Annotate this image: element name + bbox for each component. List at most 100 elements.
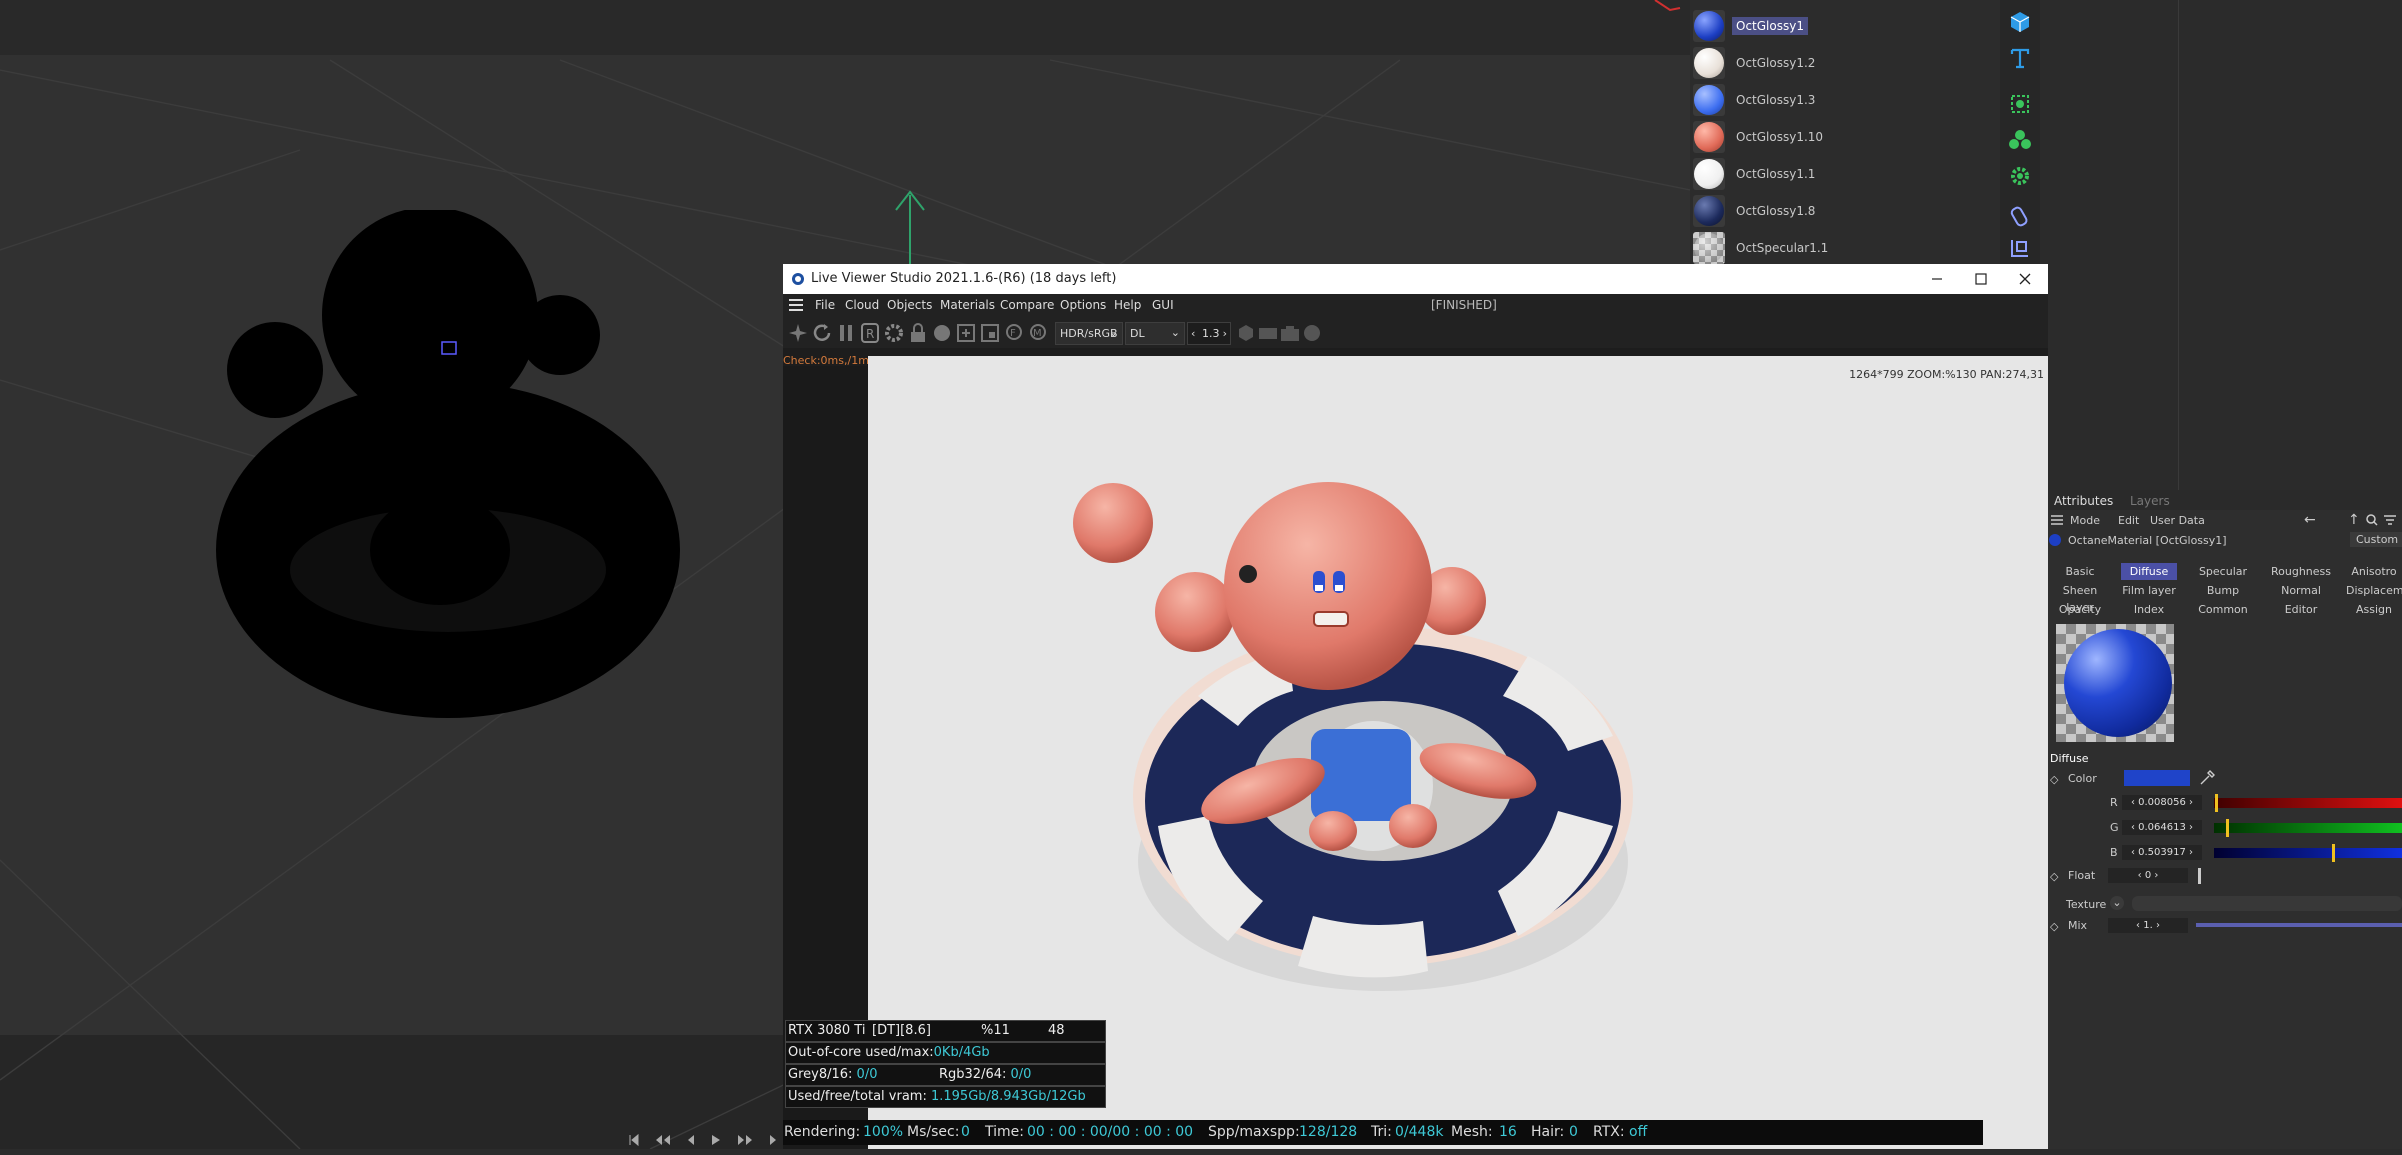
tab-index[interactable]: Index xyxy=(2118,601,2180,618)
mix-slider[interactable] xyxy=(2196,923,2402,927)
texture-slot[interactable] xyxy=(2132,896,2402,911)
material-item[interactable]: OctGlossy1 xyxy=(1690,8,1990,45)
arrow-left-icon[interactable]: ← xyxy=(2304,512,2316,528)
restart-icon[interactable] xyxy=(811,322,833,344)
gear-icon[interactable] xyxy=(2008,164,2032,188)
send-scene-icon[interactable] xyxy=(787,322,809,344)
maximize-icon[interactable] xyxy=(1975,273,1987,285)
tab-attributes[interactable]: Attributes xyxy=(2054,494,2113,508)
value-stepper[interactable]: ‹ 1.3 › xyxy=(1187,322,1231,345)
menu-edit[interactable]: Edit xyxy=(2118,514,2139,527)
tab-displacement[interactable]: Displacem xyxy=(2346,582,2402,599)
tab-sheen-layer[interactable]: Sheen layer xyxy=(2048,582,2112,614)
add-region-icon[interactable] xyxy=(955,322,977,344)
hamburger-icon[interactable] xyxy=(789,299,803,311)
tab-specular[interactable]: Specular xyxy=(2190,563,2256,580)
tab-normal[interactable]: Normal xyxy=(2266,582,2336,599)
material-item[interactable]: OctGlossy1.2 xyxy=(1690,45,1990,82)
material-preview[interactable] xyxy=(2056,624,2174,742)
mix-input[interactable]: ‹ 1. › xyxy=(2108,918,2188,933)
deformer-icon[interactable] xyxy=(2008,204,2032,228)
eyedropper-icon[interactable] xyxy=(2198,769,2216,787)
arrow-up-icon[interactable]: ↑ xyxy=(2348,512,2360,528)
kernel-select[interactable]: DL ⌄ xyxy=(1125,322,1185,345)
material-item[interactable]: OctGlossy1.8 xyxy=(1690,193,1990,230)
g-slider[interactable] xyxy=(2214,823,2402,833)
close-icon[interactable] xyxy=(2019,273,2031,285)
lock-icon[interactable] xyxy=(907,322,929,344)
material-pick-icon[interactable]: M xyxy=(1027,322,1049,344)
minimize-icon[interactable] xyxy=(1931,273,1943,285)
tab-assign[interactable]: Assign xyxy=(2346,601,2402,618)
material-item[interactable]: OctGlossy1.3 xyxy=(1690,82,1990,119)
menu-gui[interactable]: GUI xyxy=(1152,298,1174,312)
material-name: OctGlossy1.1 xyxy=(1736,167,1816,181)
menu-cloud[interactable]: Cloud xyxy=(845,298,879,312)
r-slider-handle[interactable] xyxy=(2215,794,2218,812)
menu-help[interactable]: Help xyxy=(1114,298,1141,312)
material-item[interactable]: OctGlossy1.10 xyxy=(1690,119,1990,156)
keyframe-diamond-icon[interactable]: ◇ xyxy=(2050,920,2058,933)
texture-dropdown-icon[interactable]: ⌄ xyxy=(2110,896,2124,910)
material-thumbnail xyxy=(1693,47,1725,79)
tab-basic[interactable]: Basic xyxy=(2048,563,2112,580)
focus-pick-icon[interactable]: F xyxy=(1003,322,1025,344)
text-icon[interactable] xyxy=(2008,46,2032,70)
film-icon[interactable] xyxy=(1257,322,1279,344)
menu-materials[interactable]: Materials xyxy=(940,298,995,312)
tab-layers[interactable]: Layers xyxy=(2130,494,2170,508)
menu-objects[interactable]: Objects xyxy=(887,298,932,312)
keyframe-diamond-icon[interactable]: ◇ xyxy=(2050,870,2058,883)
custom-button[interactable]: Custom xyxy=(2350,532,2402,547)
sphere-icon[interactable] xyxy=(1301,322,1323,344)
film-region-icon[interactable] xyxy=(979,322,1001,344)
settings-gear-icon[interactable] xyxy=(883,322,905,344)
tab-film-layer[interactable]: Film layer xyxy=(2118,582,2180,599)
region-render-icon[interactable]: R xyxy=(859,322,881,344)
colorspace-select[interactable]: HDR/sRGB ⌄ xyxy=(1055,322,1123,345)
cube-icon[interactable] xyxy=(2008,10,2032,34)
search-icon[interactable] xyxy=(2366,514,2378,526)
camera-icon[interactable] xyxy=(1279,322,1301,344)
tab-roughness[interactable]: Roughness xyxy=(2266,563,2336,580)
model-silhouette[interactable] xyxy=(200,210,770,740)
scene-icon[interactable] xyxy=(2008,236,2032,260)
material-item[interactable]: OctGlossy1.1 xyxy=(1690,156,1990,193)
pause-icon[interactable] xyxy=(835,322,857,344)
chevron-left-icon[interactable]: ‹ xyxy=(1191,327,1195,340)
cloner-icon[interactable] xyxy=(2008,128,2032,152)
b-input[interactable]: ‹ 0.503917 › xyxy=(2122,845,2202,860)
hexagon-icon[interactable] xyxy=(1235,322,1257,344)
select-icon[interactable] xyxy=(2008,92,2032,116)
float-slider-handle[interactable] xyxy=(2198,868,2201,884)
material-item[interactable]: OctSpecular1.1 xyxy=(1690,230,1990,267)
menu-compare[interactable]: Compare xyxy=(1000,298,1054,312)
menu-options[interactable]: Options xyxy=(1060,298,1106,312)
tab-anisotropy[interactable]: Anisotro xyxy=(2346,563,2402,580)
menu-mode[interactable]: Mode xyxy=(2070,514,2100,527)
chevron-right-icon[interactable]: › xyxy=(1223,327,1227,340)
filter-icon[interactable] xyxy=(2384,515,2396,525)
material-preview-icon[interactable] xyxy=(931,322,953,344)
hamburger-icon[interactable] xyxy=(2051,515,2063,525)
b-slider-handle[interactable] xyxy=(2332,844,2335,862)
menu-user-data[interactable]: User Data xyxy=(2150,514,2205,527)
attributes-menu: Mode Edit User Data ← ↑ xyxy=(2048,512,2402,530)
g-slider-handle[interactable] xyxy=(2226,819,2229,837)
menu-file[interactable]: File xyxy=(815,298,835,312)
r-slider[interactable] xyxy=(2214,798,2402,808)
b-slider[interactable] xyxy=(2214,848,2402,858)
tab-bump[interactable]: Bump xyxy=(2190,582,2256,599)
g-input[interactable]: ‹ 0.064613 › xyxy=(2122,820,2202,835)
tab-diffuse[interactable]: Diffuse xyxy=(2121,563,2177,580)
r-input[interactable]: ‹ 0.008056 › xyxy=(2122,795,2202,810)
float-input[interactable]: ‹ 0 › xyxy=(2108,868,2188,883)
material-tabs-row-2: Sheen layer Film layer Bump Normal Displ… xyxy=(2048,582,2402,614)
tab-editor[interactable]: Editor xyxy=(2266,601,2336,618)
keyframe-diamond-icon[interactable]: ◇ xyxy=(2050,773,2058,786)
live-viewer-window[interactable]: Live Viewer Studio 2021.1.6-(R6) (18 day… xyxy=(783,264,2048,1149)
color-swatch[interactable] xyxy=(2124,770,2190,786)
tab-opacity[interactable]: Opacity xyxy=(2048,601,2112,618)
tab-common[interactable]: Common xyxy=(2190,601,2256,618)
live-viewer-titlebar[interactable]: Live Viewer Studio 2021.1.6-(R6) (18 day… xyxy=(783,264,2048,294)
